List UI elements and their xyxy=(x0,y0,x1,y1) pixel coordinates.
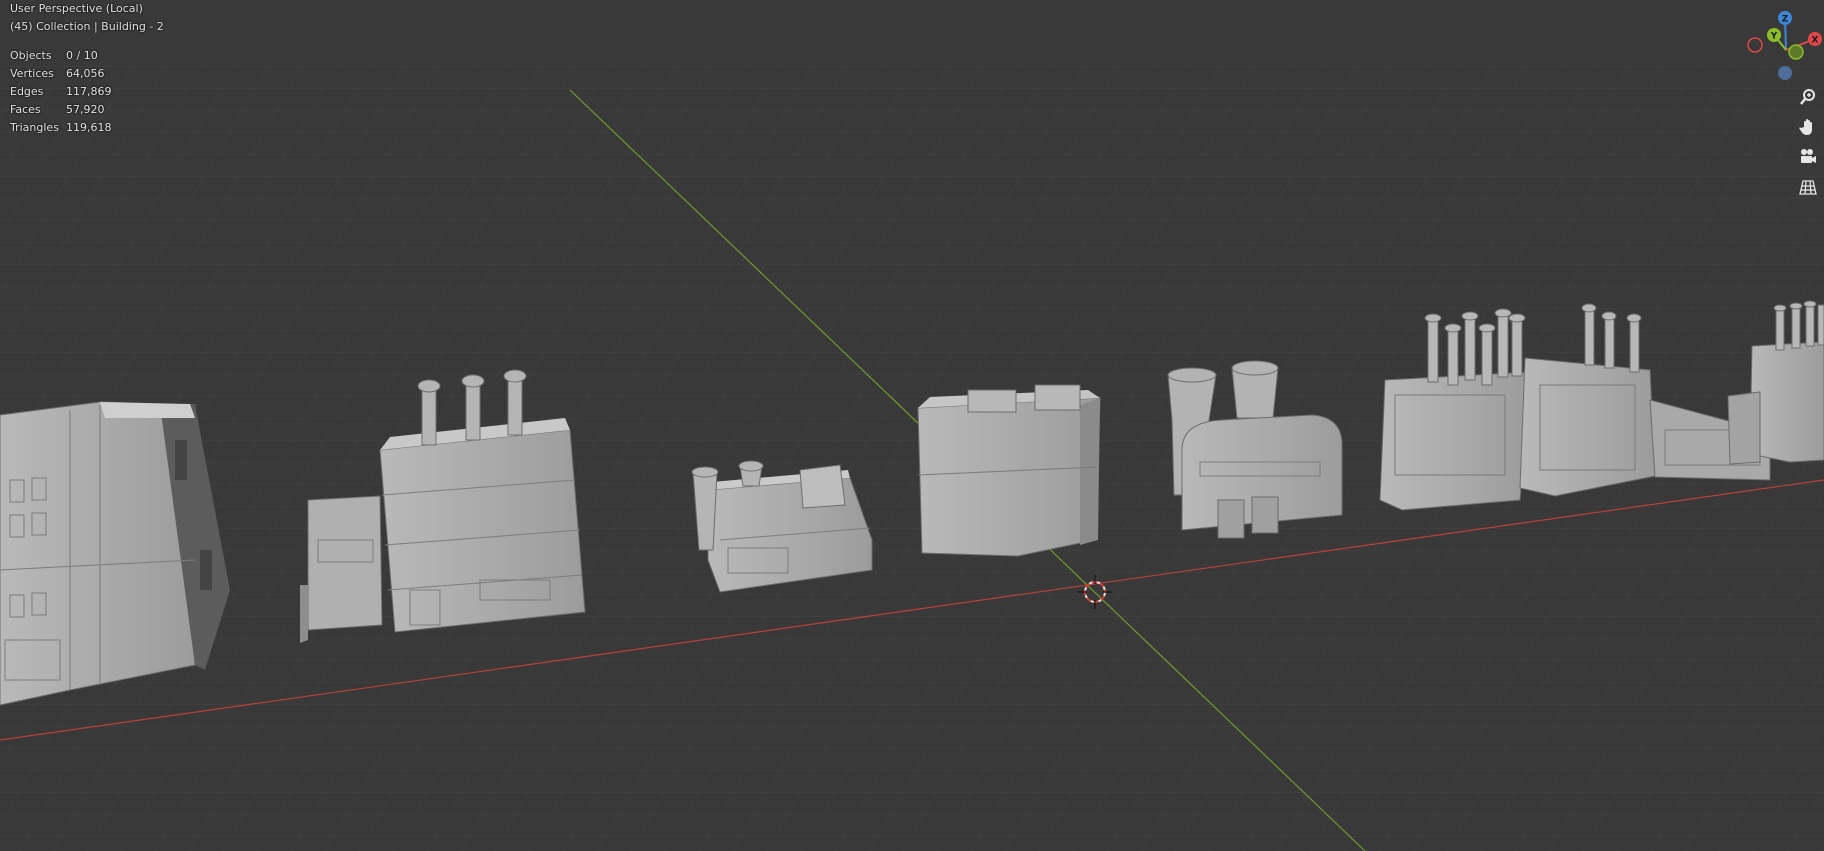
zoom-icon xyxy=(1800,89,1815,105)
stat-value: 0 / 10 xyxy=(66,49,98,62)
3d-viewport[interactable] xyxy=(0,0,1824,851)
building-model[interactable] xyxy=(0,401,230,706)
viewport-header-info: User Perspective (Local) (45) Collection… xyxy=(10,0,164,36)
neg-x-handle[interactable] xyxy=(1747,37,1763,53)
stat-row: Edges 117,869 xyxy=(10,83,112,101)
camera-icon xyxy=(1801,149,1816,163)
active-collection-label: (45) Collection | Building - 2 xyxy=(10,20,164,33)
y-axis-label: Y xyxy=(1770,32,1778,42)
stat-label: Triangles xyxy=(10,121,59,134)
zoom-button[interactable] xyxy=(1795,84,1821,110)
x-axis-label: X xyxy=(1812,36,1819,46)
neg-z-handle[interactable] xyxy=(1778,66,1792,80)
stat-label: Faces xyxy=(10,103,41,116)
stat-value: 117,869 xyxy=(66,85,112,98)
stat-value: 57,920 xyxy=(66,103,105,116)
stat-value: 64,056 xyxy=(66,67,105,80)
stat-row: Triangles 119,618 xyxy=(10,119,112,137)
perspective-toggle-button[interactable] xyxy=(1795,174,1821,200)
neg-y-handle[interactable] xyxy=(1788,44,1804,60)
hand-icon xyxy=(1799,119,1812,135)
pan-button[interactable] xyxy=(1795,114,1821,140)
z-axis-label: Z xyxy=(1782,15,1789,25)
stat-label: Objects xyxy=(10,49,52,62)
stat-row: Faces 57,920 xyxy=(10,101,112,119)
stat-label: Edges xyxy=(10,85,44,98)
viewport-canvas[interactable] xyxy=(0,0,1824,851)
view-name: User Perspective (Local) xyxy=(10,2,143,15)
stat-row: Vertices 64,056 xyxy=(10,65,112,83)
stat-label: Vertices xyxy=(10,67,54,80)
scene-statistics: Objects 0 / 10 Vertices 64,056 Edges 117… xyxy=(10,47,112,137)
camera-view-button[interactable] xyxy=(1795,144,1821,170)
stat-value: 119,618 xyxy=(66,121,112,134)
stat-row: Objects 0 / 10 xyxy=(10,47,112,65)
navigation-gizmo[interactable]: Y Z X xyxy=(1744,6,1824,86)
grid-icon xyxy=(1799,180,1817,195)
building-model[interactable] xyxy=(917,384,1101,557)
